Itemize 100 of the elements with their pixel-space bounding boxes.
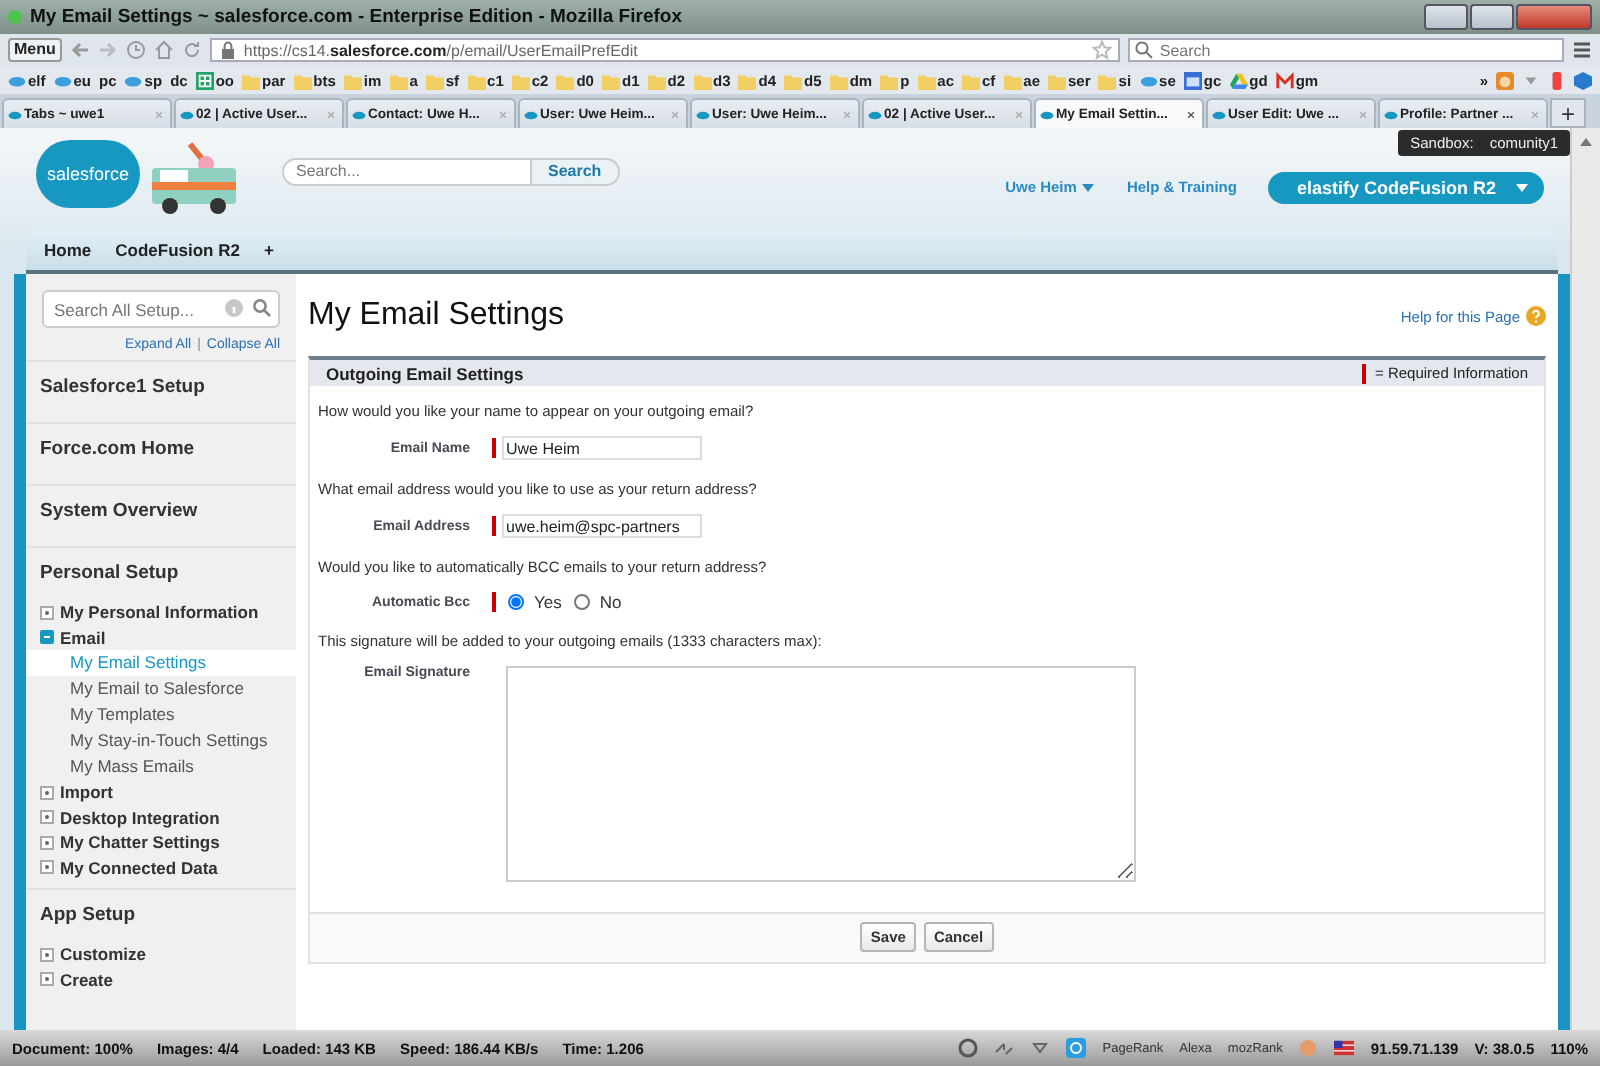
text-field[interactable]: uwe.heim@spc-partners [502, 514, 702, 538]
folder-icon [511, 71, 530, 89]
tree-item[interactable]: Create [26, 967, 296, 992]
tree-child-link[interactable]: My Email to Salesforce [26, 676, 296, 702]
radio-label: Yes [534, 592, 562, 612]
folder-icon [784, 71, 803, 89]
tree-child-link[interactable]: My Templates [26, 702, 296, 728]
app-icon [8, 10, 22, 24]
back-icon[interactable] [69, 40, 90, 60]
circle-icon[interactable] [958, 1038, 979, 1058]
add-tab-button[interactable]: + [253, 236, 284, 264]
cloud-icon [868, 107, 882, 121]
expand-icon[interactable] [40, 785, 54, 800]
search-field[interactable]: Search... [282, 157, 532, 185]
expand-icon[interactable] [40, 972, 54, 987]
star-icon[interactable] [1091, 40, 1112, 60]
caret-icon[interactable] [1516, 183, 1528, 191]
folder-icon [556, 71, 575, 89]
section-heading[interactable]: Salesforce1 Setup [26, 362, 296, 414]
home-icon[interactable] [153, 40, 174, 60]
expand-icon[interactable] [40, 810, 54, 825]
required-marker [1362, 363, 1367, 383]
folder-icon [1098, 71, 1117, 89]
collapse-icon[interactable] [40, 630, 54, 645]
search-button[interactable]: Search [532, 157, 620, 185]
section-heading[interactable]: System Overview [26, 486, 296, 538]
info-icon [224, 298, 244, 318]
close-button[interactable] [1516, 4, 1592, 30]
section-title: Outgoing Email Settings [326, 363, 526, 383]
app-tab[interactable]: CodeFusion R2 [105, 236, 250, 264]
tree-item[interactable]: My Personal Information [26, 600, 296, 625]
menu-button[interactable]: Menu [8, 38, 62, 62]
menu-icon[interactable] [1572, 40, 1592, 60]
minimize-button[interactable] [1424, 4, 1468, 30]
section-heading[interactable]: App Setup [26, 890, 296, 942]
section-heading[interactable]: Force.com Home [26, 424, 296, 476]
folder-icon [1048, 71, 1067, 89]
search-icon [1133, 40, 1154, 60]
cloud-icon [8, 107, 22, 121]
signature-field[interactable] [506, 666, 1136, 882]
tree-item[interactable]: Customize [26, 942, 296, 967]
help-icon[interactable] [1526, 306, 1546, 326]
flag-icon [1334, 1038, 1355, 1058]
cloud-icon [180, 107, 194, 121]
scrollbar[interactable] [1570, 128, 1600, 1030]
cloud-icon [1139, 71, 1158, 89]
search-field[interactable]: Search [1127, 38, 1564, 62]
tree-child-link[interactable]: My Mass Emails [26, 754, 296, 780]
cloud-icon [1040, 107, 1054, 121]
mail-icon [1275, 71, 1294, 89]
tree-item[interactable]: Desktop Integration [26, 805, 296, 830]
cloud-icon [124, 71, 143, 89]
face-icon[interactable] [1496, 71, 1514, 89]
section-heading[interactable]: Personal Setup [26, 548, 296, 600]
tree-item[interactable]: My Connected Data [26, 855, 296, 880]
calendar-icon [1183, 71, 1202, 89]
text-field[interactable]: Uwe Heim [502, 436, 702, 460]
folder-icon [343, 71, 362, 89]
tree-item[interactable]: My Chatter Settings [26, 830, 296, 855]
tree-item[interactable]: Import [26, 780, 296, 805]
reload-icon[interactable] [181, 40, 202, 60]
setup-search-field[interactable]: Search All Setup... [42, 290, 280, 328]
expand-icon[interactable] [40, 835, 54, 850]
cloud-icon [1384, 107, 1398, 121]
radio-label: No [599, 592, 622, 612]
radio-button[interactable] [508, 594, 524, 610]
new-tab-button[interactable]: + [1550, 98, 1586, 128]
expand-icon[interactable] [40, 605, 54, 620]
address-bar[interactable]: https://cs14.salesforce.com/p/email/UserEmailPrefEdit [209, 38, 1120, 62]
window-title: My Email Settings ~ salesforce.com - Enterprise Edition - Mozilla Firefox [30, 6, 684, 28]
app-tab[interactable]: Home [34, 236, 102, 264]
folder-icon [1003, 71, 1022, 89]
cloud-icon [1212, 107, 1226, 121]
close-icon[interactable] [1184, 107, 1198, 121]
triangle-icon [1229, 71, 1248, 89]
radio-button[interactable] [573, 594, 590, 610]
maximize-button[interactable] [1470, 4, 1514, 30]
cloud-icon [696, 107, 710, 121]
tree-item[interactable]: Email [26, 625, 296, 650]
folder-icon [693, 71, 712, 89]
spreadsheet-icon [195, 71, 214, 89]
page-title: My Email Settings [308, 298, 567, 334]
arrows-icon[interactable] [994, 1038, 1015, 1058]
cloud-icon [524, 107, 538, 121]
folder-icon [829, 71, 848, 89]
caret-icon[interactable] [1030, 1038, 1051, 1058]
expand-icon[interactable] [40, 947, 54, 962]
folder-icon [293, 71, 312, 89]
clock-icon[interactable] [125, 40, 146, 60]
caret-icon[interactable] [1082, 183, 1095, 191]
cube-icon[interactable] [1574, 71, 1592, 89]
folder-icon [738, 71, 757, 89]
caret-icon[interactable] [1522, 71, 1540, 89]
expand-icon[interactable] [40, 860, 54, 875]
lock-icon [217, 40, 238, 60]
tree-child-link[interactable]: My Stay-in-Touch Settings [26, 728, 296, 754]
search-icon[interactable] [252, 298, 272, 318]
folder-icon [601, 71, 620, 89]
folder-icon [647, 71, 666, 89]
folder-icon [242, 71, 260, 89]
